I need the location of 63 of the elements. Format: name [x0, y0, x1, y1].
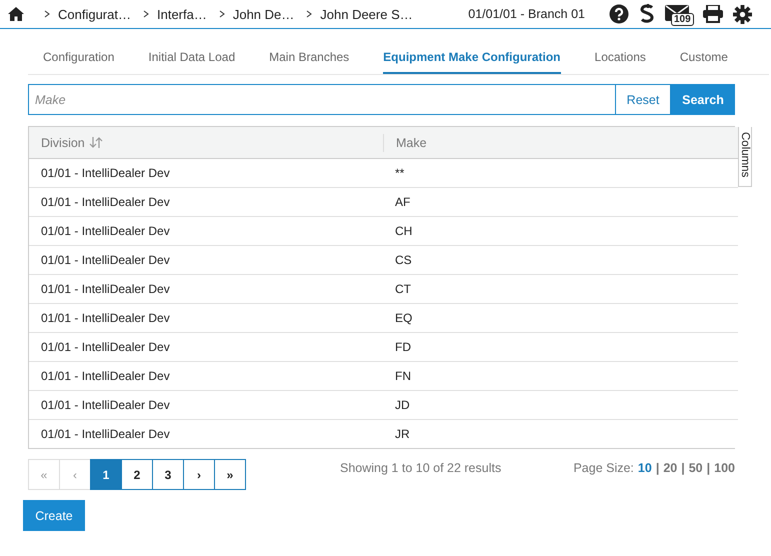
table-cell-text: 01/01 - IntelliDealer Dev [40, 253, 171, 267]
notification-count: 109 [671, 13, 694, 26]
column-header[interactable]: Division [29, 134, 384, 152]
printer-icon[interactable] [703, 5, 723, 23]
s-logo-icon[interactable] [639, 4, 655, 24]
table-cell-text: 01/01 - IntelliDealer Dev [40, 427, 171, 441]
make-field[interactable]: Make [28, 84, 615, 115]
home-icon[interactable] [8, 7, 24, 21]
table-cell-text: JR [394, 427, 411, 441]
tab[interactable]: Locations [594, 44, 646, 74]
table-cell-text: 01/01 - IntelliDealer Dev [40, 311, 171, 325]
table-cell-text: FN [394, 369, 412, 383]
branch-label[interactable]: 01/01/01 - Branch 01 [468, 7, 585, 21]
table-cell-text: 01/01 - IntelliDealer Dev [40, 340, 171, 354]
page-size-option[interactable]: 10 [638, 461, 652, 475]
sort-icon[interactable] [88, 137, 103, 148]
page-size-label: Page Size: [573, 461, 634, 475]
table-cell-text: 01/01 - IntelliDealer Dev [40, 282, 171, 296]
table-cell-text: 01/01 - IntelliDealer Dev [40, 195, 171, 209]
tab[interactable]: Configuration [43, 44, 114, 74]
separator: | [656, 461, 660, 475]
table-cell-text: FD [394, 340, 412, 354]
table-cell-text: CT [394, 282, 412, 296]
table-cell-text: 01/01 - IntelliDealer Dev [40, 166, 171, 180]
table-cell-text: ** [394, 166, 406, 180]
breadcrumb-link[interactable]: John Deere S… [320, 6, 413, 22]
column-header[interactable]: Make [384, 134, 738, 152]
results-summary: Showing 1 to 10 of 22 results [340, 461, 502, 475]
table-cell-text: JD [394, 398, 411, 412]
tab[interactable]: Custome [680, 44, 728, 74]
page-size-option[interactable]: 100 [714, 461, 735, 475]
page-size-option[interactable]: 20 [663, 461, 678, 475]
tab[interactable]: Main Branches [269, 44, 350, 74]
breadcrumb-link[interactable]: Interfa… [156, 6, 207, 22]
table-cell-text: 01/01 - IntelliDealer Dev [40, 369, 171, 383]
search-button[interactable]: Search [671, 84, 735, 115]
help-icon[interactable] [609, 4, 629, 24]
tab[interactable]: Initial Data Load [148, 44, 236, 74]
table-cell-text: 01/01 - IntelliDealer Dev [40, 224, 171, 238]
chevron-icon [306, 10, 312, 18]
page-button[interactable]: 1 [90, 459, 122, 490]
create-button[interactable]: Create [23, 500, 85, 531]
breadcrumb-link[interactable]: Configurat… [58, 6, 131, 22]
table-cell-text: 01/01 - IntelliDealer Dev [40, 398, 171, 412]
table-cell-text: AF [394, 195, 412, 209]
reset-button[interactable]: Reset [615, 84, 671, 115]
tab[interactable]: Equipment Make Configuration [383, 44, 561, 74]
page-size-option[interactable]: 50 [688, 461, 703, 475]
table-cell-text: CH [394, 224, 414, 238]
table-cell-text: CS [394, 253, 413, 267]
page-button[interactable]: » [214, 459, 246, 490]
settings-icon[interactable] [733, 4, 752, 24]
separator: | [706, 461, 710, 475]
chevron-icon [142, 10, 149, 18]
page-button[interactable]: 3 [152, 459, 184, 490]
page-button[interactable]: › [183, 459, 215, 490]
table-cell-text: EQ [394, 311, 414, 325]
columns-toggle[interactable]: Columns [738, 127, 752, 187]
chevron-icon [218, 10, 225, 18]
separator: | [681, 461, 685, 475]
breadcrumb-link[interactable]: John De… [232, 6, 294, 22]
chevron-icon [44, 10, 50, 18]
page-button[interactable]: 2 [121, 459, 153, 490]
